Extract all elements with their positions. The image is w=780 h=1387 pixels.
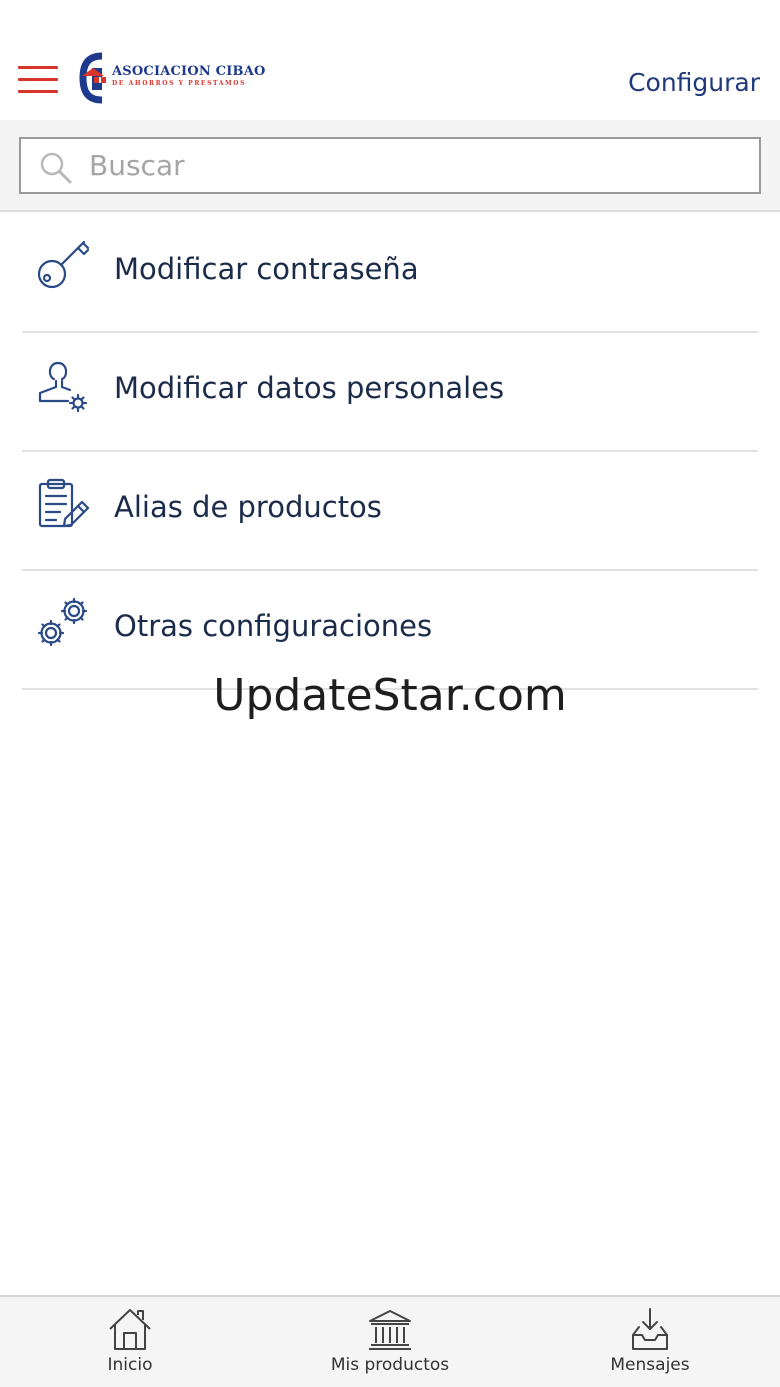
tab-inicio[interactable]: Inicio [0, 1297, 260, 1387]
tab-label: Inicio [107, 1355, 153, 1375]
inbox-download-icon [632, 1308, 668, 1350]
list-item-label: Modificar contraseña [114, 252, 419, 286]
search-bar-container [0, 120, 780, 212]
search-box[interactable] [19, 137, 761, 194]
tab-mensajes[interactable]: Mensajes [520, 1297, 780, 1387]
tab-label: Mis productos [330, 1355, 450, 1375]
hamburger-line [18, 90, 58, 93]
logo-subtitle: DE AHORROS Y PRESTAMOS [112, 80, 247, 87]
user-settings-icon [38, 361, 88, 413]
logo-name: ASOCIACION CIBAO [112, 64, 266, 79]
bottom-tab-bar: Inicio Mis productos Mensajes [0, 1295, 780, 1387]
app-header: ASOCIACION CIBAO DE AHORROS Y PRESTAMOS … [0, 0, 780, 120]
brand-logo: ASOCIACION CIBAO DE AHORROS Y PRESTAMOS [78, 50, 268, 106]
watermark-text: UpdateStar.com [213, 670, 567, 721]
hamburger-menu-button[interactable] [18, 66, 58, 96]
home-icon [109, 1309, 151, 1350]
tab-label: Mensajes [610, 1355, 690, 1375]
list-item-label: Alias de productos [114, 490, 382, 524]
settings-list: Modificar contraseña Modificar datos per… [0, 214, 780, 690]
hamburger-line [18, 66, 58, 69]
list-item-alias-de-productos[interactable]: Alias de productos [22, 452, 758, 571]
list-item-label: Modificar datos personales [114, 371, 505, 405]
search-input[interactable] [89, 145, 749, 185]
list-item-modificar-datos-personales[interactable]: Modificar datos personales [22, 333, 758, 452]
bank-icon [369, 1310, 411, 1350]
gears-icon [37, 597, 88, 647]
tab-mis-productos[interactable]: Mis productos [260, 1297, 520, 1387]
list-item-label: Otras configuraciones [114, 609, 433, 643]
logo-emblem-icon [79, 52, 106, 104]
list-item-modificar-contrasena[interactable]: Modificar contraseña [22, 214, 758, 333]
configurar-link[interactable]: Configurar [628, 68, 760, 97]
hamburger-line [18, 78, 58, 81]
key-icon [37, 240, 90, 289]
clipboard-edit-icon [38, 478, 90, 528]
search-icon [40, 152, 72, 184]
